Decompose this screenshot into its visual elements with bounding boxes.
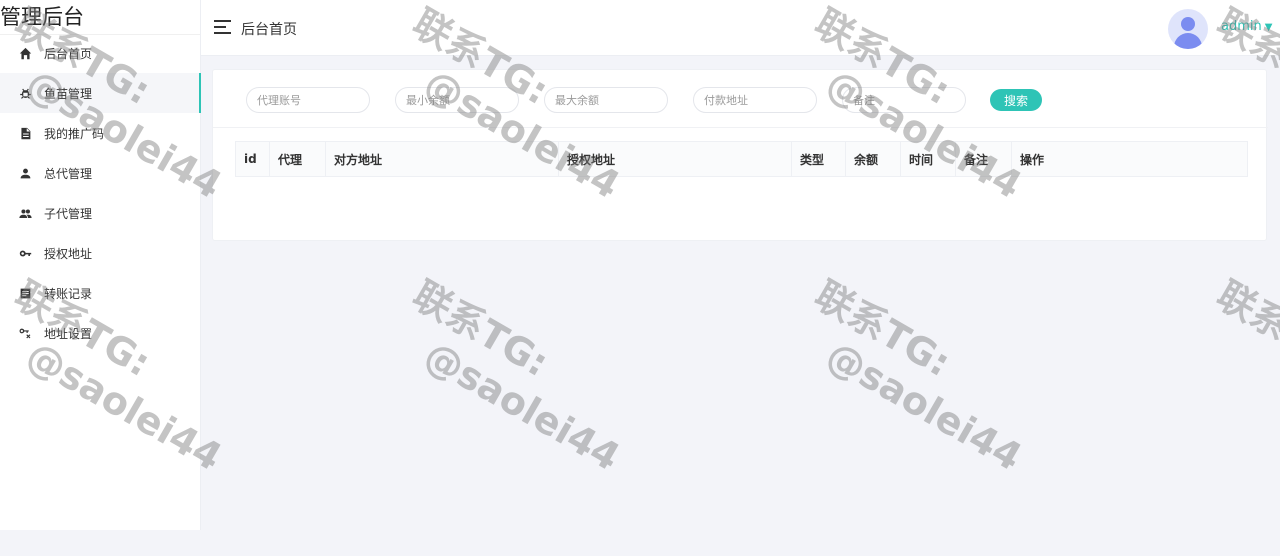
column-header-counterparty-address[interactable]: 对方地址 <box>325 141 559 177</box>
min-balance-input[interactable] <box>395 87 519 113</box>
column-header-remark[interactable]: 备注 <box>955 141 1012 177</box>
sidebar-item-label: 我的推广码 <box>44 126 105 141</box>
sidebar: 管理后台 后台首页 鱼苗管理 我的推广码 总代管理 子代管理 授权地址 转账记录… <box>0 0 201 530</box>
page-title: 后台首页 <box>241 22 297 38</box>
home-icon <box>18 46 32 60</box>
list-icon <box>18 286 32 300</box>
content-card: 搜索 id 代理 对方地址 授权地址 类型 余额 时间 备注 操作 <box>212 69 1268 241</box>
sidebar-item-home[interactable]: 后台首页 <box>0 33 201 73</box>
sidebar-item-general-agent[interactable]: 总代管理 <box>0 153 201 193</box>
user-menu[interactable]: admin ▼ <box>1221 19 1272 34</box>
pay-address-input[interactable] <box>693 87 817 113</box>
filter-bar: 搜索 <box>213 70 1268 128</box>
watermark: 联系TG: <box>1209 272 1280 386</box>
column-header-actions[interactable]: 操作 <box>1011 141 1248 177</box>
max-balance-input[interactable] <box>544 87 668 113</box>
sidebar-item-label: 地址设置 <box>44 326 93 341</box>
agent-account-input[interactable] <box>246 87 370 113</box>
sidebar-item-label: 授权地址 <box>44 246 93 261</box>
sidebar-item-transfer-records[interactable]: 转账记录 <box>0 273 201 313</box>
column-header-id[interactable]: id <box>235 141 270 177</box>
sidebar-item-fry-management[interactable]: 鱼苗管理 <box>0 73 201 113</box>
bug-icon <box>18 86 32 100</box>
column-header-agent[interactable]: 代理 <box>269 141 326 177</box>
sidebar-item-address-settings[interactable]: 地址设置 <box>0 313 201 353</box>
top-header: 后台首页 admin ▼ <box>201 0 1280 56</box>
user-icon <box>18 166 32 180</box>
username: admin <box>1221 19 1262 34</box>
sidebar-item-label: 后台首页 <box>44 46 93 61</box>
sidebar-item-sub-agent[interactable]: 子代管理 <box>0 193 201 233</box>
key-icon <box>18 246 32 260</box>
watermark: 联系TG: @saolei44 <box>405 272 628 480</box>
avatar[interactable] <box>1168 9 1208 49</box>
brand-title: 管理后台 <box>0 5 84 29</box>
search-button[interactable]: 搜索 <box>990 89 1042 111</box>
group-icon <box>18 206 32 220</box>
column-header-type[interactable]: 类型 <box>791 141 846 177</box>
sidebar-item-promo-code[interactable]: 我的推广码 <box>0 113 201 153</box>
document-icon <box>18 126 32 140</box>
chevron-down-icon: ▼ <box>1264 22 1273 33</box>
column-header-balance[interactable]: 余额 <box>845 141 901 177</box>
data-table: id 代理 对方地址 授权地址 类型 余额 时间 备注 操作 <box>235 141 1248 177</box>
watermark: 联系TG: @saolei44 <box>807 272 1030 480</box>
key-settings-icon <box>18 326 32 340</box>
sidebar-item-label: 鱼苗管理 <box>44 86 93 101</box>
column-header-time[interactable]: 时间 <box>900 141 956 177</box>
menu-toggle-icon[interactable] <box>214 20 232 34</box>
sidebar-item-label: 转账记录 <box>44 286 93 301</box>
table-header-row: id 代理 对方地址 授权地址 类型 余额 时间 备注 操作 <box>235 141 1248 177</box>
sidebar-item-authorized-address[interactable]: 授权地址 <box>0 233 201 273</box>
remark-input[interactable] <box>842 87 966 113</box>
sidebar-item-label: 子代管理 <box>44 206 93 221</box>
sidebar-item-label: 总代管理 <box>44 166 93 181</box>
column-header-authorized-address[interactable]: 授权地址 <box>558 141 792 177</box>
